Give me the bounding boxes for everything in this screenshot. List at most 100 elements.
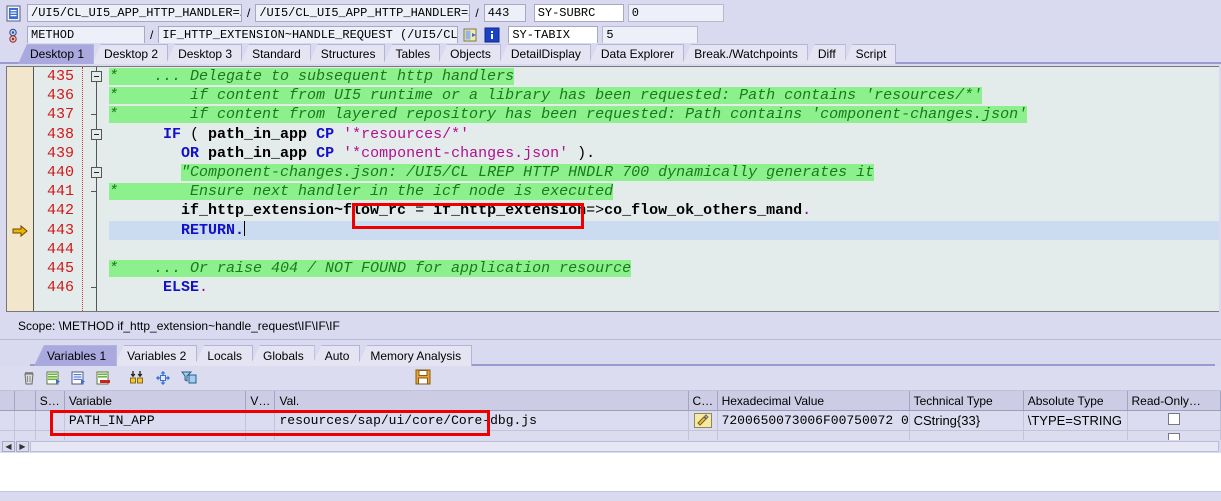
tab-data-explorer[interactable]: Data Explorer	[588, 44, 685, 64]
cell-absolute-type[interactable]: \TYPE=STRING	[1023, 410, 1128, 431]
tab-structures[interactable]: Structures	[308, 44, 386, 64]
fold-collapse-icon[interactable]	[91, 71, 102, 82]
row-selector[interactable]	[14, 410, 36, 431]
include-name-field[interactable]: /UI5/CL_UI5_APP_HTTP_HANDLER=…	[255, 4, 471, 22]
variables-grid[interactable]: S… Variable V… Val. C… Hexadecimal Value Techn…	[0, 391, 1221, 453]
scroll-right-arrow[interactable]: ▶	[16, 441, 29, 452]
col-header-c[interactable]: C…	[688, 391, 718, 411]
header-sep-2: /	[475, 6, 479, 20]
sy-subrc-value-field: 0	[627, 4, 724, 22]
col-header-abstype[interactable]: Absolute Type	[1023, 391, 1128, 411]
code-token: if_http_extension~flow_rc	[181, 202, 407, 220]
code-line[interactable]: if_http_extension~flow_rc = if_http_exte…	[109, 201, 1219, 220]
delete-icon[interactable]	[18, 368, 40, 388]
collapse-all-icon[interactable]	[128, 368, 150, 388]
col-header-v[interactable]: V…	[245, 391, 276, 411]
code-line[interactable]: ELSE.	[109, 278, 1219, 297]
code-text-area[interactable]: * ... Delegate to subsequent http handle…	[109, 67, 1219, 311]
vartab-globals[interactable]: Globals	[250, 345, 315, 366]
code-line[interactable]	[109, 240, 1219, 259]
vartab-variables-2[interactable]: Variables 2	[114, 345, 198, 366]
expand-icon[interactable]	[153, 368, 175, 388]
code-line[interactable]: RETURN.	[109, 220, 1219, 240]
code-token: * ... Or raise 404 / NOT FOUND for appli…	[109, 260, 632, 277]
fold-collapse-icon[interactable]	[91, 167, 102, 178]
header-row-program: /UI5/CL_UI5_APP_HTTP_HANDLER=… / /UI5/CL…	[0, 3, 1221, 23]
tab-desktop-3[interactable]: Desktop 3	[166, 44, 243, 64]
col-header-handle[interactable]	[0, 391, 15, 411]
edit-pencil-icon[interactable]	[693, 413, 712, 429]
col-header-rowsel[interactable]	[14, 391, 36, 411]
code-line[interactable]: * ... Or raise 404 / NOT FOUND for appli…	[109, 259, 1219, 278]
breakpoint-gutter[interactable]	[7, 67, 34, 311]
vartab-variables-1[interactable]: Variables 1	[34, 345, 118, 366]
code-line[interactable]: * ... Delegate to subsequent http handle…	[109, 67, 1219, 86]
info-icon[interactable]	[483, 27, 500, 44]
tab-objects[interactable]: Objects	[438, 44, 501, 64]
vartab-locals[interactable]: Locals	[194, 345, 253, 366]
save-icon[interactable]	[415, 369, 431, 388]
col-header-readonly[interactable]: Read-Only…	[1127, 391, 1221, 411]
tab-desktop-1[interactable]: Desktop 1	[18, 44, 95, 64]
cell-v[interactable]	[245, 410, 276, 431]
vartab-auto[interactable]: Auto	[311, 345, 361, 366]
col-header-s[interactable]: S…	[35, 391, 65, 411]
cell-variable[interactable]: PATH_IN_APP	[64, 410, 247, 431]
code-line[interactable]: * if content from layered repository has…	[109, 105, 1219, 124]
tab-detaildisplay[interactable]: DetailDisplay	[498, 44, 591, 64]
goto-source-icon[interactable]	[462, 27, 479, 44]
row-handle[interactable]	[0, 410, 15, 431]
col-header-variable[interactable]: Variable	[64, 391, 247, 411]
table-row[interactable]: PATH_IN_APP resources/sap/ui/core/Core-db…	[0, 410, 1221, 431]
sy-tabix-label-field[interactable]: SY-TABIX	[508, 26, 599, 44]
code-editor[interactable]: 435 436 437 438 439 440 441 442 443 444 445 446 * .…	[6, 66, 1219, 312]
cell-technical-type[interactable]: CString{33}	[909, 410, 1024, 431]
tab-script[interactable]: Script	[843, 44, 897, 64]
program-name-field[interactable]: /UI5/CL_UI5_APP_HTTP_HANDLER=…	[27, 4, 242, 22]
code-line[interactable]: OR path_in_app CP '*component-changes.js…	[109, 144, 1219, 163]
event-type-field[interactable]: METHOD	[27, 26, 145, 44]
cell-value[interactable]: resources/sap/ui/core/Core-dbg.js	[274, 410, 689, 431]
scroll-left-arrow[interactable]: ◀	[2, 441, 15, 452]
tab-desktop-2[interactable]: Desktop 2	[92, 44, 169, 64]
delete-row-icon[interactable]	[93, 368, 115, 388]
code-token: path_in_app	[208, 144, 308, 162]
col-header-techtype[interactable]: Technical Type	[909, 391, 1024, 411]
filter-icon[interactable]	[178, 368, 200, 388]
cell-s[interactable]	[35, 410, 65, 431]
line-number: 436	[46, 87, 74, 105]
vartab-memory-analysis[interactable]: Memory Analysis	[357, 345, 473, 366]
line-number: 443	[46, 221, 74, 239]
copy-row-icon[interactable]	[68, 368, 90, 388]
read-only-checkbox[interactable]	[1167, 412, 1180, 425]
insert-row-icon[interactable]	[43, 368, 65, 388]
event-gear-icon	[4, 26, 24, 44]
sy-tabix-value-field: 5	[602, 26, 699, 44]
fold-gutter[interactable]	[83, 67, 109, 311]
line-number: 435	[46, 68, 74, 85]
tab-break-watchpoints[interactable]: Break./Watchpoints	[682, 44, 808, 64]
code-line[interactable]: "Component-changes.json: /UI5/CL LREP HT…	[109, 163, 1219, 182]
line-number-field[interactable]: 443	[483, 4, 526, 22]
scroll-track[interactable]	[30, 441, 1219, 452]
tab-diff[interactable]: Diff	[805, 44, 846, 64]
code-line[interactable]: * if content from UI5 runtime or a libra…	[109, 86, 1219, 105]
fold-collapse-icon[interactable]	[91, 128, 102, 140]
sy-subrc-label-field[interactable]: SY-SUBRC	[533, 4, 624, 22]
code-token: OR	[181, 144, 200, 162]
horizontal-scrollbar[interactable]: ◀ ▶	[0, 440, 1221, 453]
code-line[interactable]: IF ( path_in_app CP '*resources/*'	[109, 125, 1219, 144]
tab-standard[interactable]: Standard	[240, 44, 311, 64]
tab-tables[interactable]: Tables	[383, 44, 441, 64]
event-name-field[interactable]: IF_HTTP_EXTENSION~HANDLE_REQUEST (/UI5/C…	[158, 26, 459, 44]
line-number: 438	[46, 125, 74, 143]
col-header-value[interactable]: Val.	[274, 391, 689, 411]
code-token: if_http_extension	[433, 202, 587, 220]
cell-edit-action[interactable]	[688, 410, 718, 431]
cell-hex-value[interactable]: 7200650073006F00750072 00…	[717, 410, 910, 431]
code-line[interactable]: * Ensure next handler in the icf node is…	[109, 182, 1219, 201]
cell-read-only-checkbox[interactable]	[1127, 410, 1221, 431]
col-header-hex[interactable]: Hexadecimal Value	[717, 391, 910, 411]
